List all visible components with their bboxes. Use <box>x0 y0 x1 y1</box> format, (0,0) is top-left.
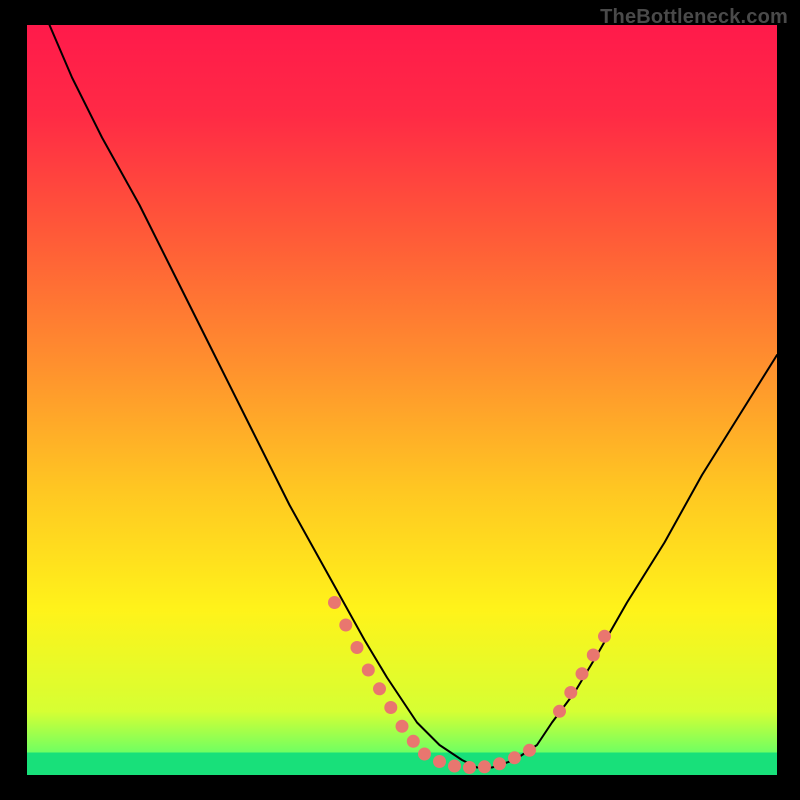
plot-area <box>25 25 777 777</box>
stage: TheBottleneck.com <box>0 0 800 800</box>
data-marker <box>508 751 521 764</box>
data-marker <box>598 630 611 643</box>
data-marker <box>407 735 420 748</box>
bottleneck-curve-chart <box>27 25 777 775</box>
gradient-background <box>27 25 777 775</box>
data-marker <box>576 667 589 680</box>
data-marker <box>328 596 341 609</box>
data-marker <box>587 649 600 662</box>
data-marker <box>463 761 476 774</box>
data-marker <box>448 760 461 773</box>
data-marker <box>493 757 506 770</box>
watermark-text: TheBottleneck.com <box>600 6 788 29</box>
data-marker <box>418 748 431 761</box>
data-marker <box>351 641 364 654</box>
data-marker <box>553 705 566 718</box>
data-marker <box>373 682 386 695</box>
data-marker <box>523 744 536 757</box>
data-marker <box>362 664 375 677</box>
data-marker <box>339 619 352 632</box>
data-marker <box>384 701 397 714</box>
data-marker <box>564 686 577 699</box>
data-marker <box>396 720 409 733</box>
green-band <box>27 753 777 776</box>
data-marker <box>478 760 491 773</box>
data-marker <box>433 755 446 768</box>
